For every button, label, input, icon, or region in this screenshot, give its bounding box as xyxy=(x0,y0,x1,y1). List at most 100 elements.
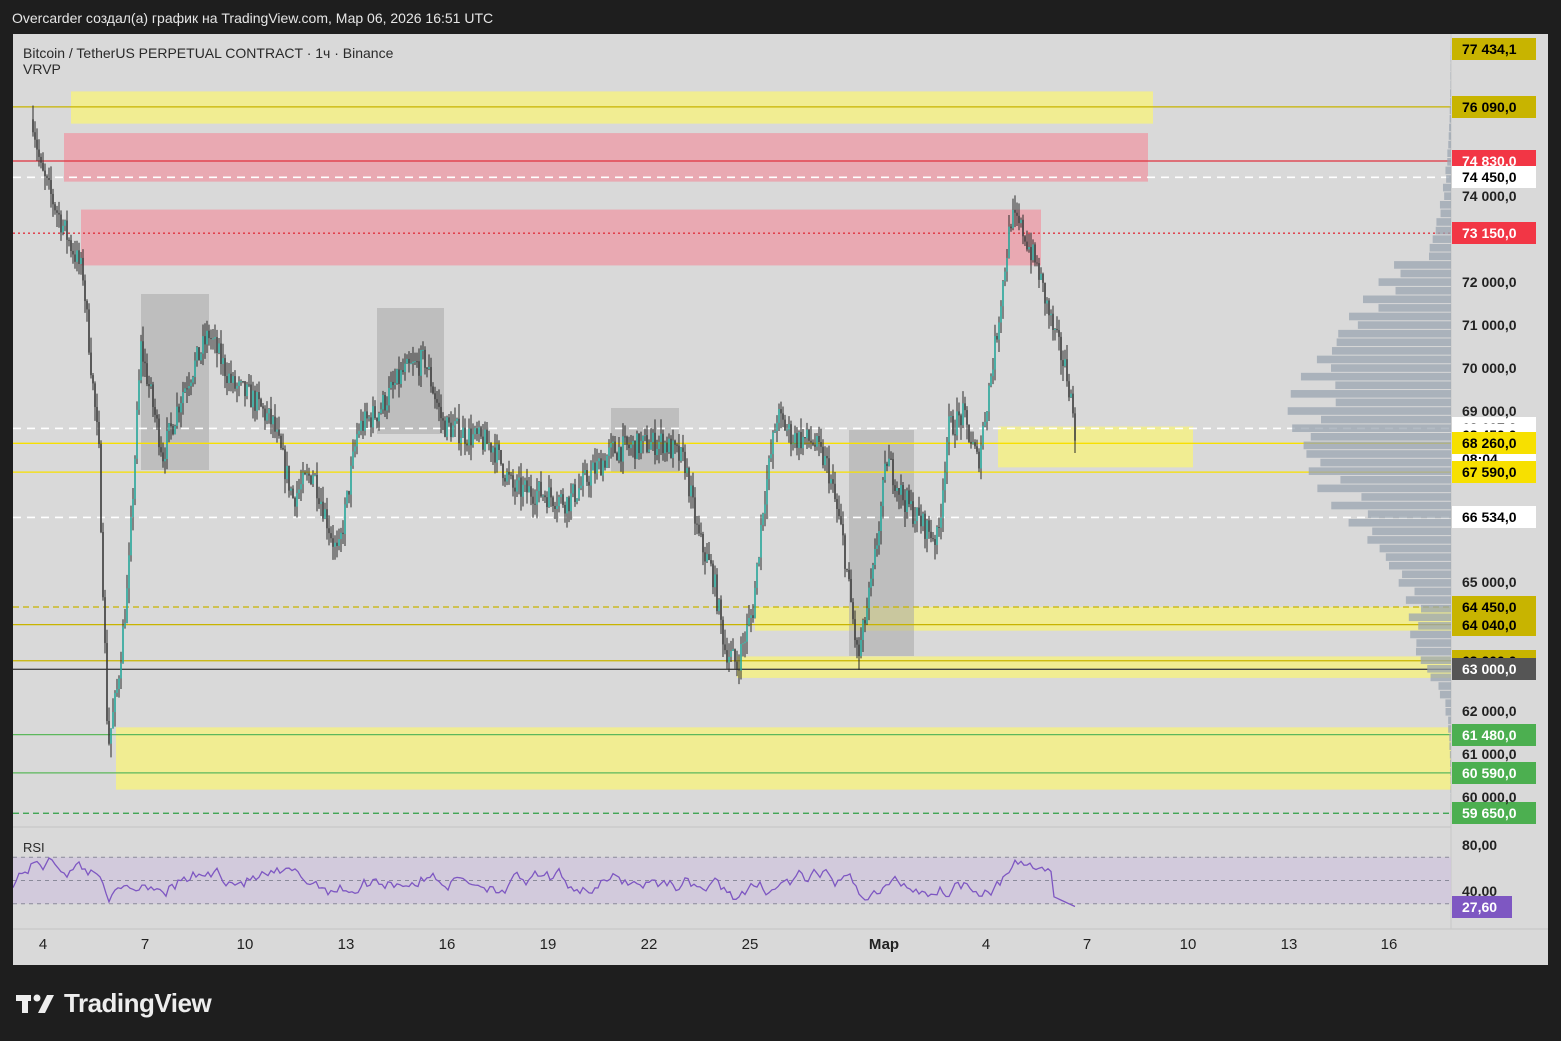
price-label[interactable]: 67 590,0 xyxy=(1452,461,1536,484)
candle-body xyxy=(258,392,260,400)
volume-profile-bar xyxy=(1447,158,1451,166)
price-label[interactable]: 76 090,0 xyxy=(1452,95,1536,118)
candle-body xyxy=(234,376,236,389)
candle-body xyxy=(640,440,642,454)
volume-profile-bar xyxy=(1448,132,1451,140)
candle-body xyxy=(996,336,998,340)
candle-body xyxy=(466,443,468,446)
candle-body xyxy=(730,651,732,657)
candle-body xyxy=(864,620,866,624)
candle-body xyxy=(192,377,194,383)
candle-body xyxy=(1066,359,1068,382)
rsi-title[interactable]: RSI xyxy=(23,840,45,855)
candle-body xyxy=(848,570,850,580)
price-label[interactable]: 68 260,0 xyxy=(1452,432,1536,455)
candle-body xyxy=(572,484,574,494)
candle-body xyxy=(752,615,754,618)
candle-body xyxy=(676,444,678,446)
price-label[interactable]: 74 450,0 xyxy=(1452,166,1536,189)
candle-body xyxy=(764,504,766,514)
candle-body xyxy=(584,469,586,473)
candle-body xyxy=(138,380,140,410)
candle-body xyxy=(588,481,590,486)
candle-body xyxy=(636,433,638,459)
candle-body xyxy=(502,463,504,478)
candle-body xyxy=(778,409,780,423)
candle-body xyxy=(344,504,346,535)
candle-body xyxy=(878,530,880,546)
price-label[interactable]: 63 000,0 xyxy=(1452,658,1536,681)
candle-body xyxy=(392,381,394,386)
time-tick-label: 7 xyxy=(1082,936,1092,953)
candle-body xyxy=(360,420,362,431)
candle-body xyxy=(738,668,740,671)
candle-body xyxy=(352,451,354,466)
volume-profile-bar xyxy=(1449,115,1451,123)
price-label[interactable]: 66 534,0 xyxy=(1452,506,1536,529)
candle-body xyxy=(826,455,828,459)
candle-body xyxy=(278,429,280,436)
price-label[interactable]: 73 150,0 xyxy=(1452,222,1536,245)
candle-body xyxy=(956,411,958,436)
candle-body xyxy=(438,402,440,407)
indicator-title[interactable]: VRVP xyxy=(23,61,393,77)
candle-body xyxy=(788,424,790,430)
price-label[interactable]: 60 590,0 xyxy=(1452,761,1536,784)
volume-profile-bar xyxy=(1445,707,1451,716)
candle-body xyxy=(302,472,304,485)
price-label[interactable]: 61 480,0 xyxy=(1452,723,1536,746)
candle-body xyxy=(244,381,246,397)
price-label[interactable]: 77 434,1 xyxy=(1452,38,1536,61)
volume-profile-bar xyxy=(1435,226,1451,235)
volume-profile-bar xyxy=(1379,544,1451,553)
candle-body xyxy=(510,474,512,476)
candle-body xyxy=(580,485,582,489)
candle-body xyxy=(558,497,560,507)
chart-svg[interactable] xyxy=(13,34,1548,965)
candle-body xyxy=(688,468,690,497)
candle-body xyxy=(650,442,652,450)
candle-body xyxy=(498,444,500,450)
candle-body xyxy=(482,436,484,450)
candle-body xyxy=(740,644,742,671)
candle-body xyxy=(228,373,230,384)
candle-body xyxy=(978,451,980,469)
candle-body xyxy=(742,643,744,645)
candle-body xyxy=(804,437,806,439)
candle-body xyxy=(708,554,710,561)
candle-body xyxy=(240,381,242,383)
candle-body xyxy=(166,430,168,459)
rsi-tick-label: 80,00 xyxy=(1462,836,1498,853)
footer-brand[interactable]: TradingView xyxy=(16,988,212,1019)
candle-body xyxy=(164,458,166,462)
chart-frame[interactable]: Bitcoin / TetherUS PERPETUAL CONTRACT · … xyxy=(13,34,1548,965)
candle-body xyxy=(518,477,520,481)
candle-body xyxy=(942,490,944,518)
candle-body xyxy=(78,250,80,265)
candle-body xyxy=(710,560,712,564)
price-label[interactable]: 59 650,0 xyxy=(1452,802,1536,825)
candle-body xyxy=(388,387,390,406)
symbol-title[interactable]: Bitcoin / TetherUS PERPETUAL CONTRACT · … xyxy=(23,45,393,61)
candle-body xyxy=(576,498,578,502)
candle-body xyxy=(880,506,882,531)
candle-body xyxy=(386,405,388,411)
price-tick-label: 71 000,0 xyxy=(1462,316,1517,333)
candle-body xyxy=(1006,257,1008,272)
price-tick-label: 65 000,0 xyxy=(1462,574,1517,591)
candle-body xyxy=(204,336,206,345)
candle-body xyxy=(534,503,536,505)
candle-body xyxy=(310,475,312,484)
candle-body xyxy=(376,418,378,422)
brand-name: TradingView xyxy=(64,988,212,1018)
candle-body xyxy=(594,462,596,474)
candle-body xyxy=(72,250,74,255)
price-label[interactable]: 64 040,0 xyxy=(1452,613,1536,636)
candle-body xyxy=(926,520,928,539)
candle-body xyxy=(402,370,404,372)
candle-body xyxy=(396,369,398,384)
zone-5 xyxy=(737,656,1451,678)
rsi-value-label[interactable]: 27,60 xyxy=(1452,895,1512,918)
candle-body xyxy=(462,427,464,438)
candle-body xyxy=(74,254,76,262)
